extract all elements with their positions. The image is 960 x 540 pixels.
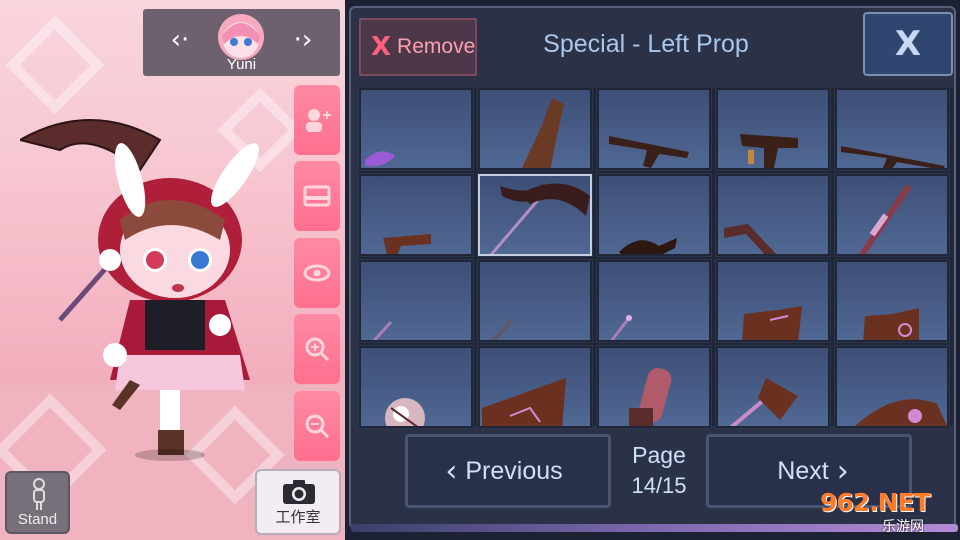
next-character-button[interactable]: ·› xyxy=(288,27,318,53)
rifle-icon xyxy=(609,136,689,168)
witch-hat-icon xyxy=(855,399,947,426)
pistol-icon xyxy=(383,234,431,254)
zoom-out-icon xyxy=(305,414,330,439)
item-slot[interactable] xyxy=(715,259,831,343)
zoom-in-button[interactable] xyxy=(294,314,340,384)
item-slot[interactable] xyxy=(596,345,712,429)
page-indicator: Page 14/15 xyxy=(613,440,705,502)
camera-icon xyxy=(283,480,315,504)
studio-label: 工作室 xyxy=(275,508,321,526)
item-grid xyxy=(358,87,953,429)
item-slot[interactable] xyxy=(715,173,831,257)
panel-title: Special - Left Prop xyxy=(543,30,749,58)
item-slot[interactable] xyxy=(358,345,474,429)
item-slot[interactable] xyxy=(596,259,712,343)
chevron-right-icon: › xyxy=(836,453,849,489)
chevron-left-icon: ‹ xyxy=(445,453,458,489)
add-character-button[interactable] xyxy=(294,85,340,155)
item-slot[interactable] xyxy=(596,173,712,257)
stand-label: Stand xyxy=(17,511,58,528)
item-slot[interactable] xyxy=(596,87,712,171)
close-icon: X xyxy=(894,24,922,64)
item-slot[interactable] xyxy=(715,87,831,171)
scene-button[interactable] xyxy=(294,161,340,231)
item-slot[interactable] xyxy=(358,173,474,257)
previous-label: Previous xyxy=(465,456,563,485)
eye-icon xyxy=(303,264,331,282)
page-number: 14/15 xyxy=(631,473,687,498)
item-slot[interactable] xyxy=(834,345,950,429)
sniper-rifle-icon xyxy=(841,146,945,168)
item-slot[interactable] xyxy=(715,345,831,429)
previous-page-button[interactable]: ‹ Previous xyxy=(405,434,611,508)
remove-label: Remove xyxy=(397,35,476,58)
game-screen: ‹· ·› Yuni Stand 工作室 X Remove Special - … xyxy=(0,0,960,540)
item-slot[interactable] xyxy=(358,259,474,343)
avatar xyxy=(218,14,264,60)
item-panel: X Remove Special - Left Prop X ‹ Previou… xyxy=(345,0,960,540)
background-decoration xyxy=(5,15,105,115)
crossbow-icon xyxy=(724,224,777,254)
dagger-icon xyxy=(490,318,514,340)
character-scene: ‹· ·› Yuni Stand 工作室 xyxy=(0,0,345,540)
item-slot[interactable] xyxy=(834,259,950,343)
watermark-logo: 962.NET xyxy=(820,488,931,517)
crystal-orb-icon xyxy=(385,398,425,426)
scythe-icon xyxy=(489,183,590,254)
remove-button[interactable]: X Remove xyxy=(359,18,477,76)
brown-horn-icon xyxy=(521,98,564,168)
add-character-icon xyxy=(306,109,331,132)
page-label: Page xyxy=(632,442,686,468)
item-slot[interactable] xyxy=(358,87,474,171)
item-slot[interactable] xyxy=(477,87,593,171)
sword-icon xyxy=(858,184,912,254)
item-slot[interactable] xyxy=(477,259,593,343)
zoom-in-icon xyxy=(305,337,330,362)
next-label: Next xyxy=(777,456,829,485)
close-button[interactable]: X xyxy=(863,12,953,76)
magic-book-icon xyxy=(863,308,919,340)
remove-x-icon: X xyxy=(371,32,392,62)
studio-button[interactable]: 工作室 xyxy=(255,469,341,535)
purple-flame-icon xyxy=(365,151,395,167)
short-wand-icon xyxy=(610,315,632,340)
item-slot[interactable] xyxy=(477,345,593,429)
scene-icon xyxy=(303,185,331,207)
item-slot[interactable] xyxy=(477,173,593,257)
character-selector: ‹· ·› Yuni xyxy=(143,9,340,76)
axe-icon xyxy=(729,378,798,426)
chainsaw-icon xyxy=(629,368,672,426)
stand-pose-icon xyxy=(33,478,45,510)
zoom-out-button[interactable] xyxy=(294,391,340,461)
spell-book-icon xyxy=(742,306,802,340)
character-name: Yuni xyxy=(226,56,257,73)
wand-icon xyxy=(372,320,393,340)
watermark-subtitle: 乐游网 xyxy=(882,519,924,535)
submachine-gun-icon xyxy=(740,134,798,168)
previous-character-button[interactable]: ‹· xyxy=(165,27,195,53)
item-panel-frame: X Remove Special - Left Prop X ‹ Previou… xyxy=(349,6,958,532)
genie-lamp-icon xyxy=(619,238,677,254)
item-slot[interactable] xyxy=(834,173,950,257)
shield-icon xyxy=(482,378,566,426)
item-slot[interactable] xyxy=(834,87,950,171)
stand-button[interactable]: Stand xyxy=(5,471,70,534)
site-watermark: 962.NET 乐游网 xyxy=(820,488,956,536)
character-figure[interactable] xyxy=(20,110,280,470)
visibility-button[interactable] xyxy=(294,238,340,308)
